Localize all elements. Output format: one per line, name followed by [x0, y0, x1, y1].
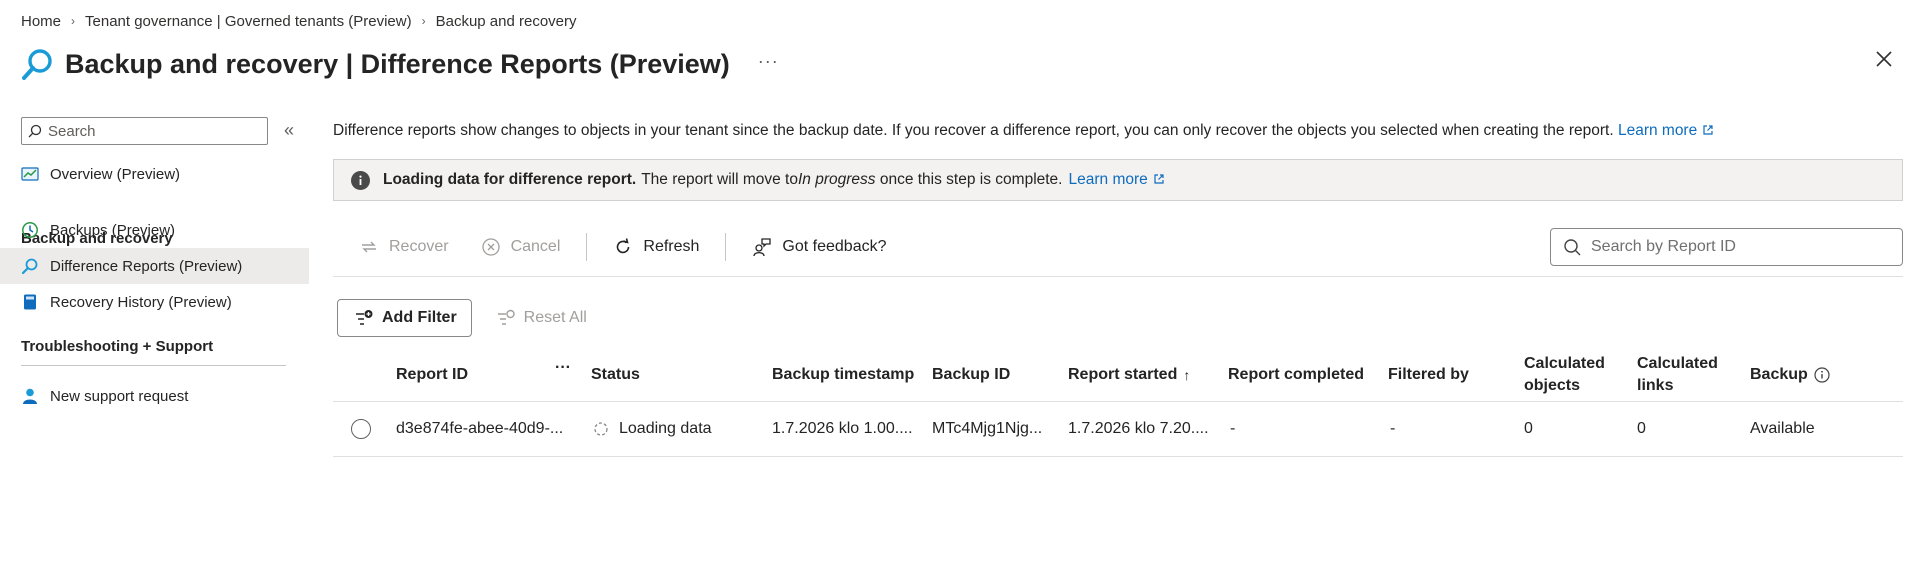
search-icon: [1563, 238, 1581, 256]
column-header-status[interactable]: Status: [591, 349, 741, 401]
info-text-after: once this step is complete.: [875, 171, 1063, 188]
column-header-report-id[interactable]: Report ID: [396, 349, 546, 401]
sidebar-item-label: Backups (Preview): [50, 221, 176, 239]
info-learn-more-link[interactable]: Learn more: [1069, 171, 1165, 189]
close-icon[interactable]: [1875, 50, 1893, 68]
book-icon: [21, 293, 39, 311]
person-support-icon: [21, 387, 39, 405]
learn-more-link[interactable]: Learn more: [1618, 122, 1714, 139]
sidebar-item-label: Difference Reports (Preview): [50, 257, 243, 275]
sidebar-item-label: Recovery History (Preview): [50, 293, 232, 311]
info-icon: [351, 170, 370, 190]
column-header-calculated-links[interactable]: Calculated links: [1637, 349, 1737, 401]
sidebar-item-label: Overview (Preview): [50, 165, 181, 183]
command-bar: Recover Cancel Refresh Got feedback?: [333, 217, 1903, 277]
row-select-radio[interactable]: [351, 419, 371, 439]
sidebar-search-input[interactable]: [48, 122, 248, 140]
breadcrumb-backup-recovery[interactable]: Backup and recovery: [436, 13, 577, 30]
info-text-before: The report will move to: [641, 171, 798, 188]
reset-filter-icon: [496, 308, 516, 328]
page-title: Backup and recovery | Difference Reports…: [65, 48, 730, 79]
external-link-icon: [1703, 125, 1713, 135]
sidebar-item-label: New support request: [50, 387, 189, 405]
search-icon: [28, 124, 42, 138]
cell-calculated-objects: 0: [1524, 420, 1533, 437]
sidebar-item-new-support-request[interactable]: New support request: [0, 378, 309, 414]
cancel-icon: [481, 237, 501, 257]
chevron-right-icon: ›: [421, 14, 426, 28]
info-title: Loading data for difference report.: [383, 171, 637, 188]
feedback-button[interactable]: Got feedback?: [726, 231, 912, 263]
external-link-icon: [1154, 174, 1164, 184]
info-message-bar: Loading data for difference report. The …: [333, 159, 1903, 201]
page-header: Backup and recovery | Difference Reports…: [21, 44, 779, 84]
overview-icon: [21, 165, 39, 183]
difference-reports-table: Report ID ··· Status Backup timestamp Ba…: [333, 349, 1903, 457]
sort-ascending-icon: ↑: [1183, 367, 1191, 383]
column-header-calculated-objects[interactable]: Calculated objects: [1524, 349, 1624, 401]
recover-icon: [359, 237, 379, 257]
search-report-icon: [21, 44, 53, 84]
page-description: Difference reports show changes to objec…: [333, 122, 1714, 140]
report-search-input[interactable]: [1591, 238, 1891, 256]
info-status-name: In progress: [797, 171, 876, 188]
cell-filtered-by: -: [1390, 420, 1396, 437]
cell-report-started: 1.7.2026 klo 7.20....: [1068, 420, 1209, 437]
cell-report-id[interactable]: d3e874fe-abee-40d9-...: [396, 402, 576, 456]
sidebar-item-recovery-history[interactable]: Recovery History (Preview): [0, 284, 309, 320]
refresh-button[interactable]: Refresh: [587, 231, 725, 263]
cell-backup-id: MTc4Mjg1Njg...: [932, 420, 1043, 437]
clock-icon: [21, 221, 39, 239]
report-search-box[interactable]: [1550, 228, 1903, 266]
loading-spinner-icon: [593, 421, 609, 437]
reset-all-button[interactable]: Reset All: [496, 308, 587, 328]
sidebar-item-backups[interactable]: Backups (Preview): [0, 212, 309, 248]
sidebar-item-difference-reports[interactable]: Difference Reports (Preview): [0, 248, 309, 284]
breadcrumb-governed-tenants[interactable]: Tenant governance | Governed tenants (Pr…: [85, 13, 412, 30]
column-header-filtered-by[interactable]: Filtered by: [1388, 349, 1518, 401]
feedback-people-icon: [752, 237, 772, 257]
info-icon[interactable]: [1814, 367, 1830, 383]
sidebar-group-support: Troubleshooting + Support: [21, 338, 286, 366]
table-header-row: Report ID ··· Status Backup timestamp Ba…: [333, 349, 1903, 402]
sidebar-search-box[interactable]: [21, 117, 268, 145]
cell-backup-timestamp: 1.7.2026 klo 1.00....: [772, 420, 913, 437]
refresh-icon: [613, 237, 633, 257]
table-row[interactable]: d3e874fe-abee-40d9-... Loading data 1.7.…: [333, 402, 1903, 457]
add-filter-icon: [354, 308, 374, 328]
cancel-button[interactable]: Cancel: [475, 231, 587, 263]
collapse-sidebar-button[interactable]: «: [284, 120, 294, 141]
cell-calculated-links: 0: [1637, 420, 1646, 437]
recover-button[interactable]: Recover: [333, 231, 475, 263]
column-options-button[interactable]: ···: [555, 359, 571, 377]
sidebar-item-overview[interactable]: Overview (Preview): [0, 156, 309, 192]
add-filter-button[interactable]: Add Filter: [337, 299, 472, 337]
cell-report-completed: -: [1230, 420, 1236, 437]
cell-status: Loading data: [593, 402, 763, 456]
column-header-report-completed[interactable]: Report completed: [1228, 349, 1388, 401]
column-header-backup[interactable]: Backup: [1750, 349, 1890, 401]
column-header-backup-timestamp[interactable]: Backup timestamp: [772, 349, 922, 401]
column-header-backup-id[interactable]: Backup ID: [932, 349, 1062, 401]
filter-bar: Add Filter Reset All: [337, 299, 587, 337]
search-report-icon: [21, 257, 39, 275]
more-options-button[interactable]: ···: [758, 51, 779, 72]
cell-backup-availability: Available: [1750, 420, 1815, 437]
breadcrumb: Home › Tenant governance | Governed tena…: [21, 11, 577, 31]
column-header-report-started[interactable]: Report started ↑: [1068, 349, 1218, 401]
chevron-right-icon: ›: [71, 14, 76, 28]
breadcrumb-home[interactable]: Home: [21, 13, 61, 30]
